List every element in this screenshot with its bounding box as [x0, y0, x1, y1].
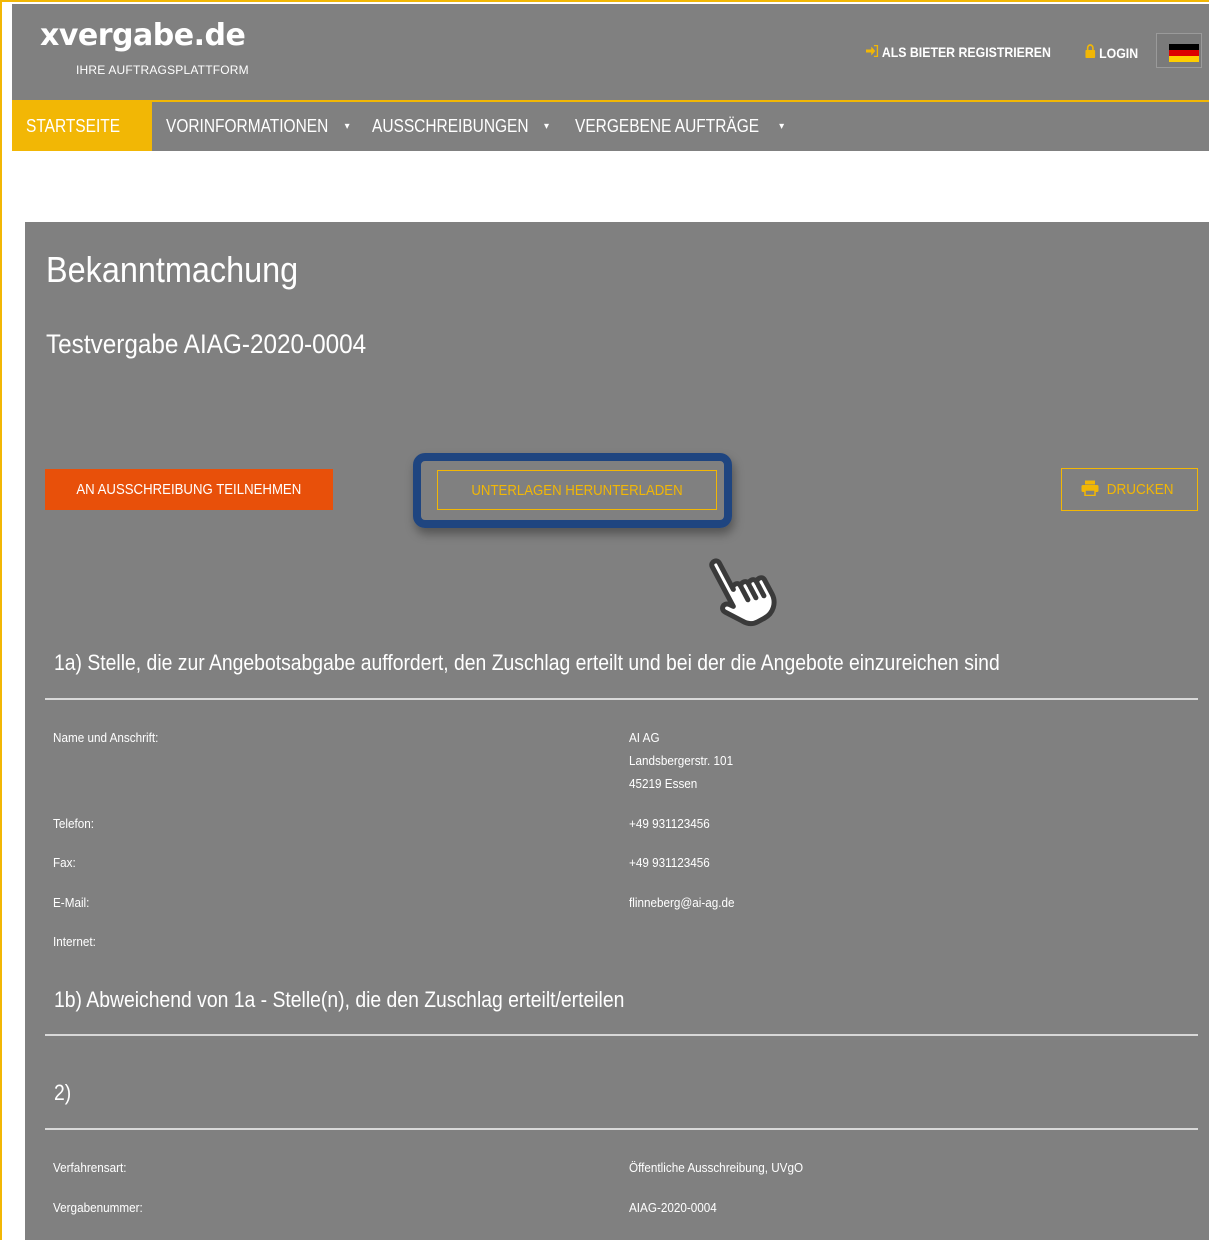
name-address-label: Name und Anschrift: — [53, 730, 159, 745]
german-flag-icon — [1169, 44, 1199, 62]
language-switcher[interactable] — [1156, 33, 1202, 68]
site-header: xvergabe.de IHRE AUFTRAGSPLATTFORM ALS B… — [12, 4, 1209, 102]
section-2-title: 2) — [54, 1080, 72, 1105]
fax-value: +49 931123456 — [629, 855, 710, 870]
nav-label: STARTSEITE — [26, 116, 121, 136]
address-street: Landsbergerstr. 101 — [629, 753, 734, 768]
nav-vergebene-auftraege[interactable]: VERGEBENE AUFTRÄGE ▾ — [561, 102, 791, 151]
divider — [45, 698, 1198, 700]
section-1b-title: 1b) Abweichend von 1a - Stelle(n), die d… — [54, 987, 625, 1012]
address-city: 45219 Essen — [629, 776, 698, 791]
register-label: ALS BIETER REGISTRIEREN — [881, 44, 1051, 60]
award-number-value: AIAG-2020-0004 — [629, 1200, 717, 1215]
phone-label: Telefon: — [53, 816, 94, 831]
divider — [45, 1034, 1198, 1036]
fax-label: Fax: — [53, 855, 76, 870]
nav-startseite[interactable]: STARTSEITE — [12, 102, 152, 151]
pointing-hand-cursor-icon — [709, 558, 777, 627]
nav-label: VERGEBENE AUFTRÄGE — [575, 116, 760, 136]
print-label: DRUCKEN — [1107, 481, 1174, 498]
download-documents-button[interactable]: UNTERLAGEN HERUNTERLADEN — [437, 470, 717, 510]
sign-in-arrow-icon — [866, 44, 879, 60]
tender-title: Testvergabe AIAG-2020-0004 — [46, 329, 367, 359]
announcement-card: Bekanntmachung Testvergabe AIAG-2020-000… — [25, 222, 1209, 1240]
lock-icon — [1085, 44, 1096, 61]
phone-value: +49 931123456 — [629, 816, 710, 831]
nav-ausschreibungen[interactable]: AUSSCHREIBUNGEN ▾ — [358, 102, 561, 151]
nav-vorinformationen[interactable]: VORINFORMATIONEN ▾ — [152, 102, 358, 151]
divider — [45, 1128, 1198, 1130]
internet-label: Internet: — [53, 934, 96, 949]
page-title: Bekanntmachung — [46, 249, 299, 290]
page-frame: xvergabe.de IHRE AUFTRAGSPLATTFORM ALS B… — [0, 0, 1209, 1240]
printer-icon — [1081, 480, 1099, 500]
nav-label: AUSSCHREIBUNGEN — [372, 116, 529, 136]
email-value[interactable]: flinneberg@ai-ag.de — [629, 891, 735, 914]
caret-down-icon: ▾ — [779, 121, 785, 132]
register-link[interactable]: ALS BIETER REGISTRIEREN — [866, 44, 1051, 60]
login-label: LOGIN — [1099, 44, 1139, 61]
section-1a-title: 1a) Stelle, die zur Angebotsabgabe auffo… — [54, 650, 1000, 675]
procedure-value: Öffentliche Ausschreibung, UVgO — [629, 1160, 804, 1175]
download-label: UNTERLAGEN HERUNTERLADEN — [471, 481, 683, 499]
print-button[interactable]: DRUCKEN — [1061, 468, 1198, 511]
participate-button[interactable]: AN AUSSCHREIBUNG TEILNEHMEN — [45, 469, 333, 510]
caret-down-icon: ▾ — [344, 121, 350, 132]
site-tagline: IHRE AUFTRAGSPLATTFORM — [76, 63, 249, 77]
login-link[interactable]: LOGIN — [1085, 44, 1138, 61]
procedure-label: Verfahrensart: — [53, 1160, 127, 1175]
award-number-label: Vergabenummer: — [53, 1200, 143, 1215]
participate-label: AN AUSSCHREIBUNG TEILNEHMEN — [76, 481, 302, 498]
main-nav: STARTSEITE VORINFORMATIONEN ▾ AUSSCHREIB… — [12, 102, 1209, 151]
name-line: AI AG — [629, 730, 660, 745]
nav-label: VORINFORMATIONEN — [166, 116, 329, 136]
site-logo[interactable]: xvergabe.de — [40, 18, 246, 53]
email-label: E-Mail: — [53, 895, 90, 910]
caret-down-icon: ▾ — [544, 121, 550, 132]
